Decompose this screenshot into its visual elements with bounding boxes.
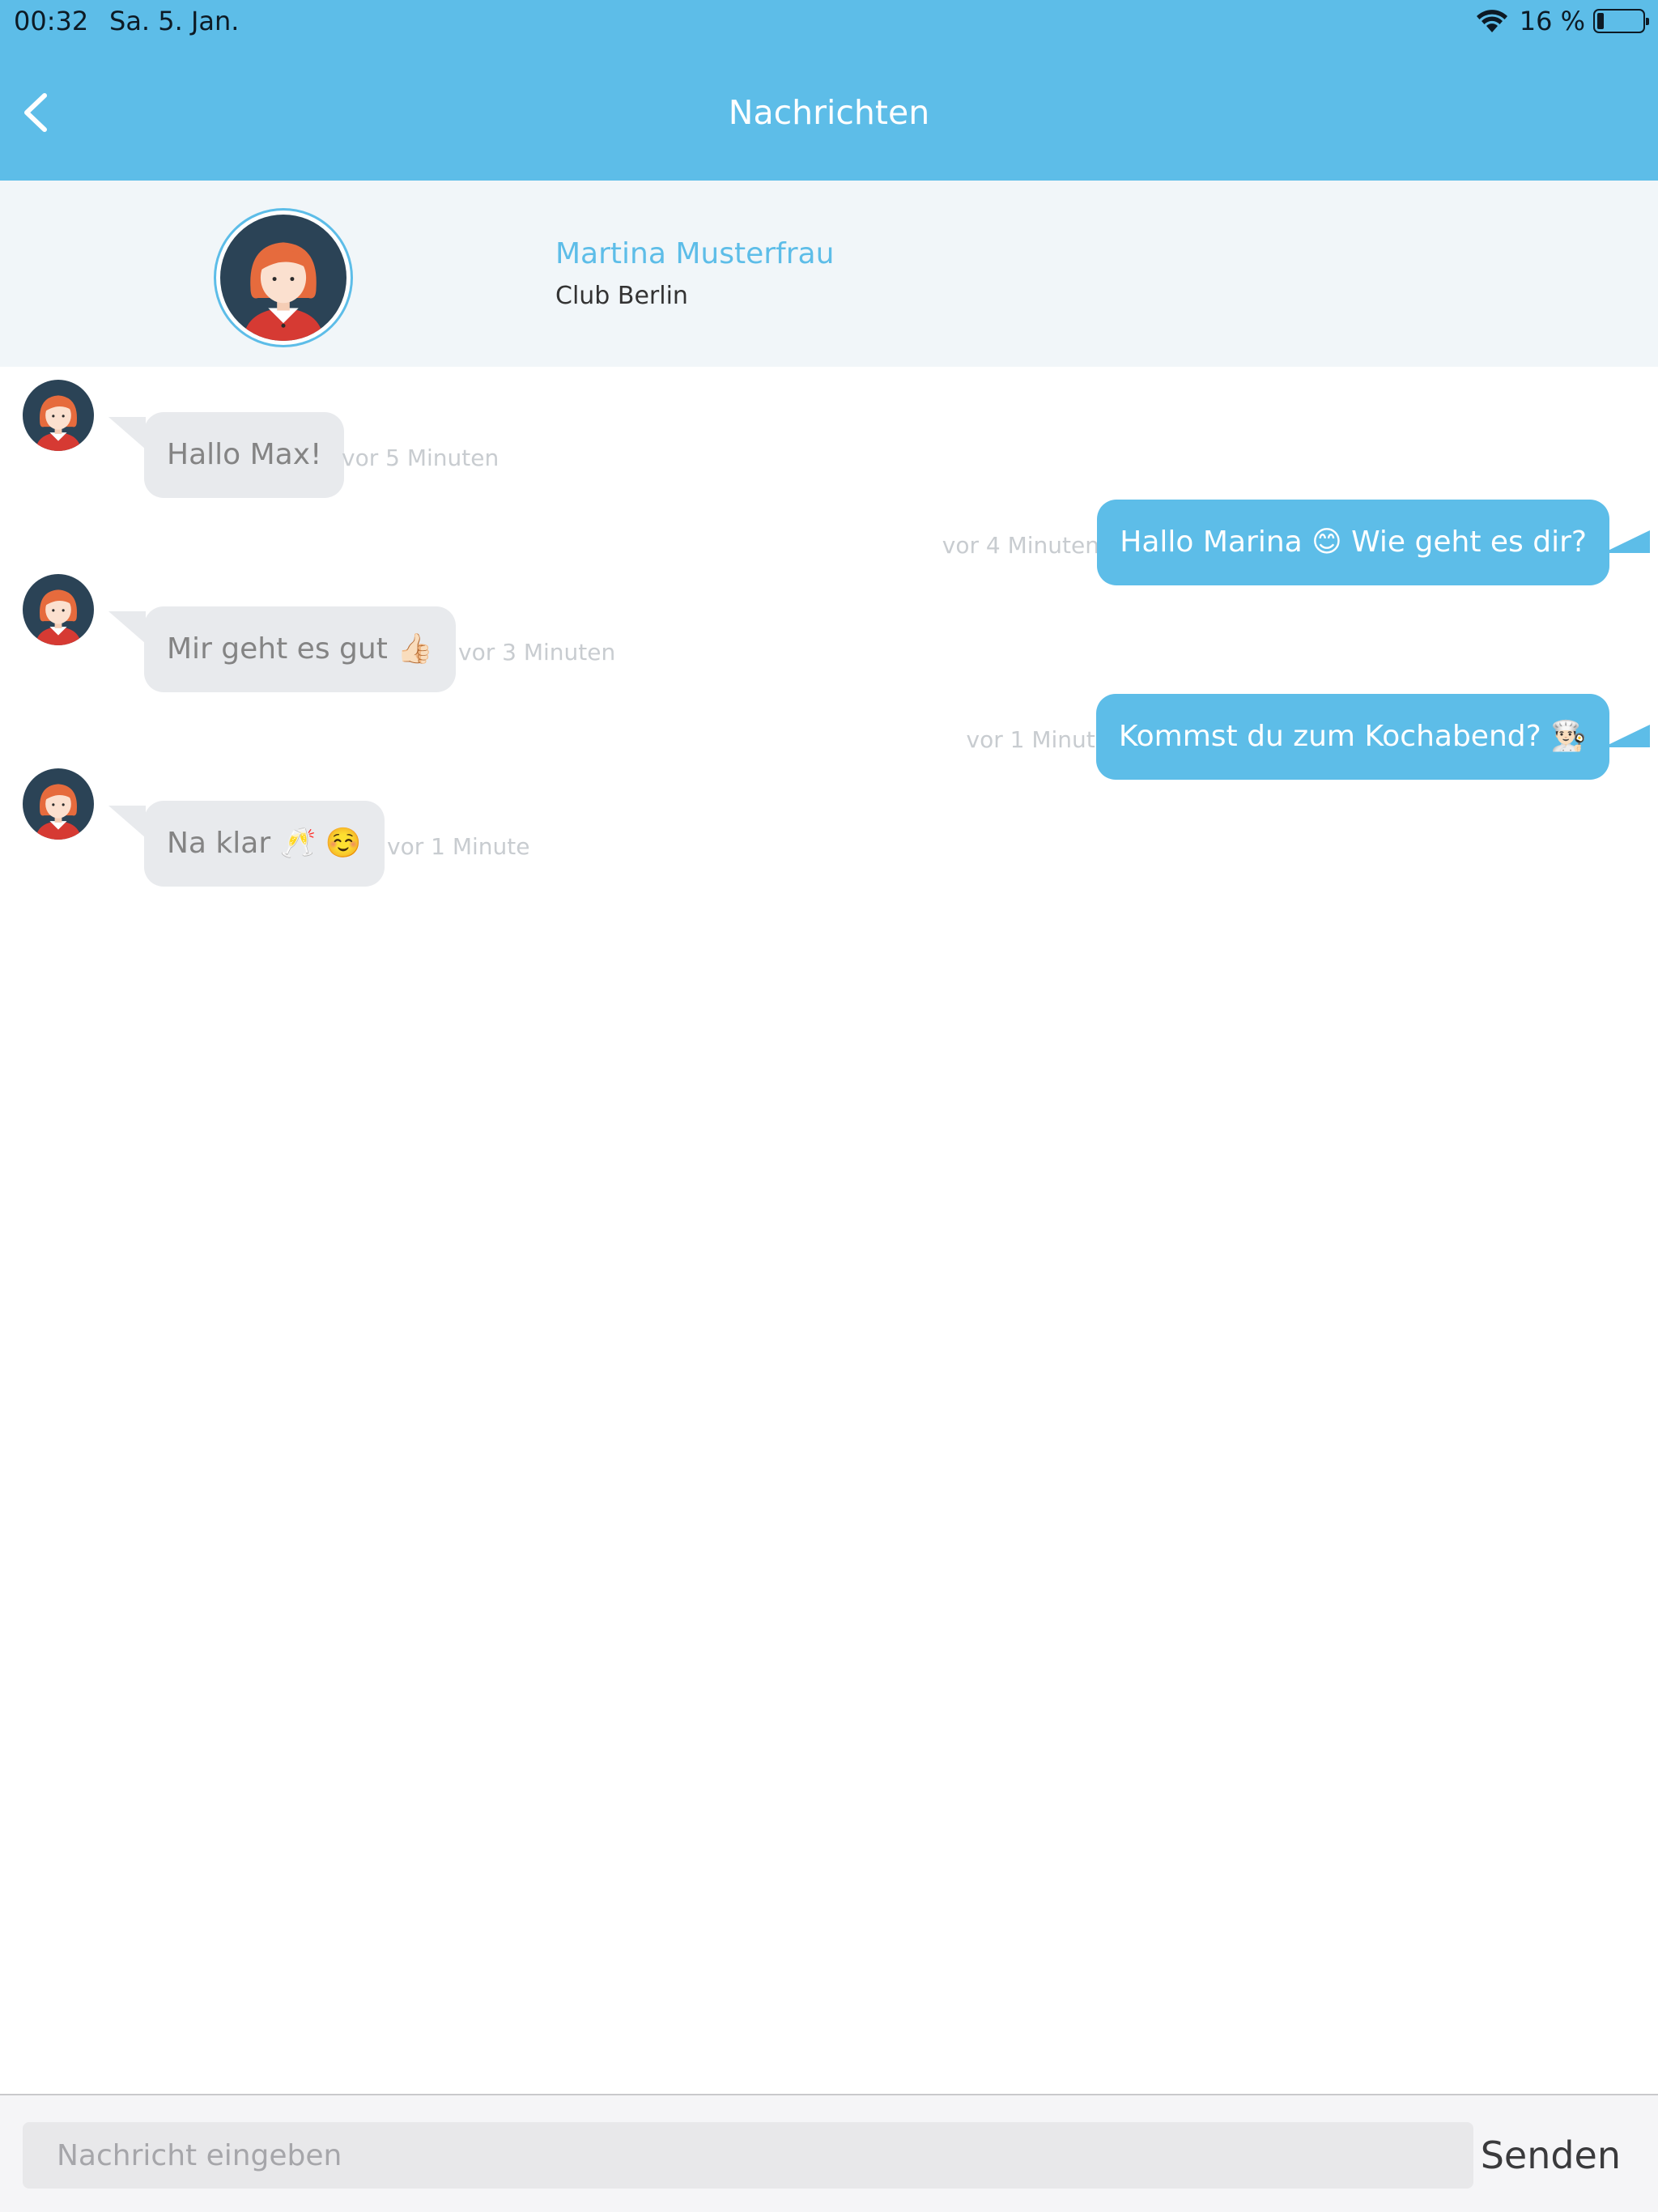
wifi-icon xyxy=(1476,10,1507,32)
bubble-tail xyxy=(108,417,146,449)
bubble-tail xyxy=(1603,725,1650,747)
sender-avatar[interactable] xyxy=(23,380,94,451)
status-indicators: 16 % xyxy=(1476,5,1649,37)
page-title: Nachrichten xyxy=(728,93,930,132)
message-bubble[interactable]: Hallo Marina 😊 Wie geht es dir? xyxy=(1097,500,1609,585)
message-input[interactable] xyxy=(23,2122,1473,2189)
avatar-woman-icon xyxy=(23,768,94,840)
avatar-woman-icon xyxy=(220,215,346,341)
message-row: vor 1 Minute Kommst du zum Kochabend? 👨🏻… xyxy=(0,661,1658,780)
status-time: 00:32 xyxy=(14,6,89,36)
bubble-tail xyxy=(1603,530,1650,553)
contact-name[interactable]: Martina Musterfrau xyxy=(555,236,834,273)
battery-icon xyxy=(1593,9,1649,33)
contact-club: Club Berlin xyxy=(555,282,688,310)
contact-header: Martina Musterfrau Club Berlin xyxy=(0,181,1658,367)
battery-percent: 16 % xyxy=(1519,6,1585,36)
message-row: vor 4 Minuten Hallo Marina 😊 Wie geht es… xyxy=(0,467,1658,585)
send-button[interactable]: Senden xyxy=(1476,2125,1626,2186)
message-timestamp: vor 4 Minuten xyxy=(942,532,1099,559)
message-row: Na klar 🥂 ☺️ vor 1 Minute xyxy=(0,768,1658,887)
avatar-woman-icon xyxy=(23,380,94,451)
sender-avatar[interactable] xyxy=(23,574,94,645)
contact-avatar[interactable] xyxy=(214,208,353,347)
message-timestamp: vor 1 Minute xyxy=(387,833,530,860)
composer-bar: Senden xyxy=(0,2094,1658,2212)
bubble-tail xyxy=(108,611,146,644)
message-bubble[interactable]: Na klar 🥂 ☺️ xyxy=(144,801,385,887)
message-list[interactable]: Hallo Max! vor 5 Minuten vor 4 Minuten H… xyxy=(0,367,1658,2093)
status-date: Sa. 5. Jan. xyxy=(109,6,240,36)
message-timestamp: vor 1 Minute xyxy=(966,726,1109,753)
bubble-tail xyxy=(108,806,146,838)
avatar-woman-icon xyxy=(23,574,94,645)
message-bubble[interactable]: Kommst du zum Kochabend? 👨🏻‍🍳 xyxy=(1095,694,1609,780)
message-row: Mir geht es gut 👍🏻 vor 3 Minuten xyxy=(0,574,1658,692)
message-row: Hallo Max! vor 5 Minuten xyxy=(0,380,1658,498)
sender-avatar[interactable] xyxy=(23,768,94,840)
header: 00:32 Sa. 5. Jan. 16 % Nachrichten xyxy=(0,0,1658,181)
